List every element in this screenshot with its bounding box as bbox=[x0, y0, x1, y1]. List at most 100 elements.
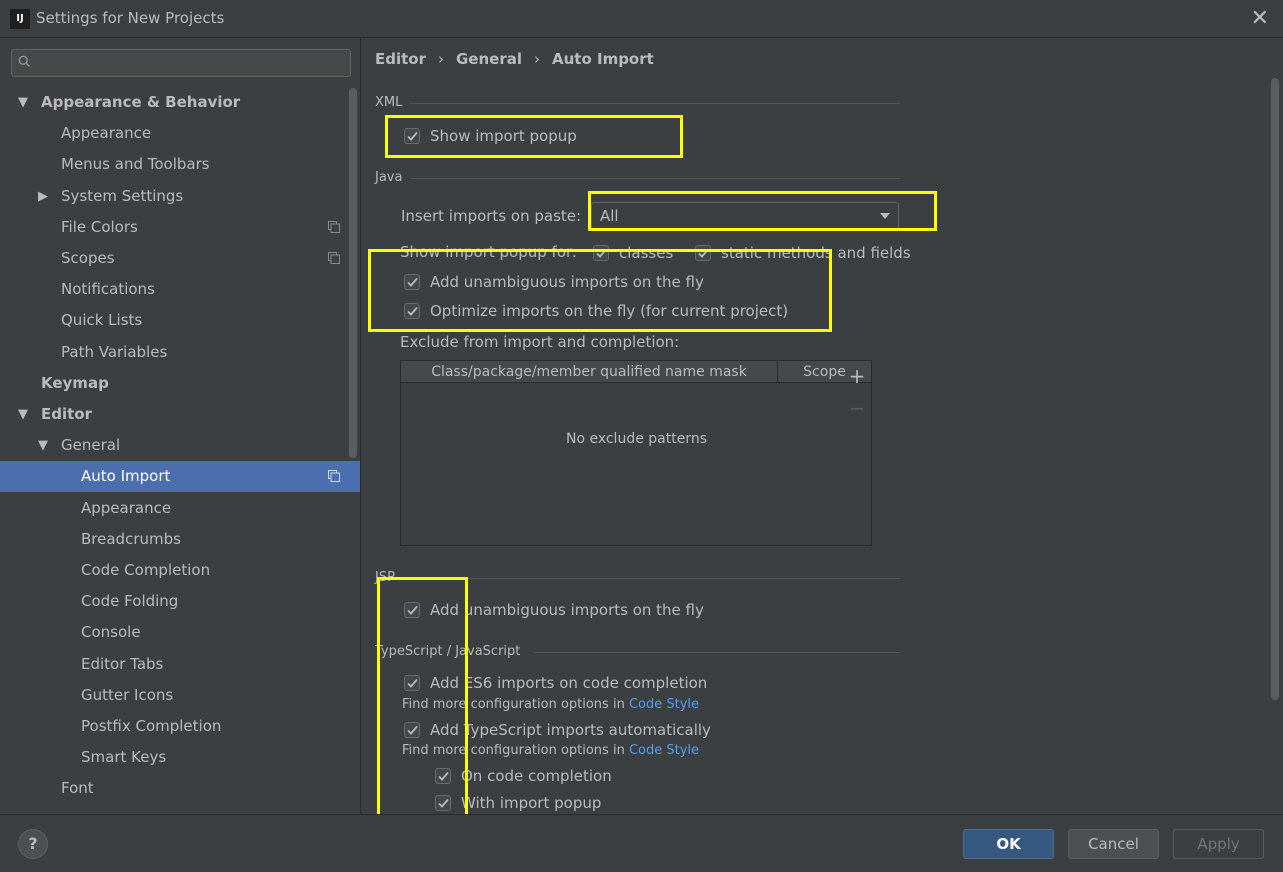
table-empty-text: No exclude patterns bbox=[565, 431, 708, 447]
table-header: Class/package/member qualified name mask… bbox=[401, 361, 872, 383]
sidebar-item-smart-keys[interactable]: Smart Keys bbox=[0, 742, 360, 773]
sidebar-item-breadcrumbs[interactable]: Breadcrumbs bbox=[0, 524, 360, 555]
sidebar-item-general[interactable]: ▼ General bbox=[0, 430, 360, 461]
exclude-patterns-table[interactable]: Class/package/member qualified name mask… bbox=[400, 360, 872, 546]
sidebar-item-label: System Settings bbox=[61, 187, 184, 205]
sidebar-item-file-colors[interactable]: File Colors bbox=[0, 212, 360, 243]
sidebar-item-label: Console bbox=[81, 623, 141, 641]
expand-down-icon[interactable]: ▼ bbox=[18, 399, 28, 430]
hint-text: Find more configuration options in bbox=[402, 743, 625, 758]
sidebar-item-gutter-icons[interactable]: Gutter Icons bbox=[0, 680, 360, 711]
dropdown-value: All bbox=[600, 207, 619, 225]
sidebar-item-postfix-completion[interactable]: Postfix Completion bbox=[0, 711, 360, 742]
settings-content: Editor › General › Auto Import XML Show impo… bbox=[362, 38, 1283, 814]
sidebar-item-label: Code Completion bbox=[81, 561, 211, 579]
chevron-down-icon bbox=[880, 213, 890, 219]
dialog-footer: ? OK Cancel Apply bbox=[0, 814, 1283, 872]
checkbox-label: Optimize imports on the fly (for current… bbox=[430, 302, 789, 320]
sidebar-item-system-settings[interactable]: ▶ System Settings bbox=[0, 181, 360, 212]
sidebar-item-label: Font bbox=[61, 779, 94, 797]
checkbox-checked-icon bbox=[695, 245, 711, 261]
sidebar-item-appearance[interactable]: Appearance bbox=[0, 118, 360, 149]
section-title-xml: XML bbox=[375, 95, 403, 110]
column-header-name-mask[interactable]: Class/package/member qualified name mask bbox=[401, 361, 777, 383]
sidebar-item-label: Editor Tabs bbox=[81, 655, 164, 673]
sidebar-item-code-folding[interactable]: Code Folding bbox=[0, 586, 360, 617]
add-icon[interactable]: + bbox=[847, 366, 867, 386]
code-style-link[interactable]: Code Style bbox=[629, 697, 699, 712]
sidebar-item-path-variables[interactable]: Path Variables bbox=[0, 337, 360, 368]
sidebar-item-label: Keymap bbox=[41, 374, 109, 392]
sidebar-item-label: Path Variables bbox=[61, 343, 168, 361]
section-title-java: Java bbox=[375, 170, 403, 185]
code-style-link[interactable]: Code Style bbox=[629, 743, 699, 758]
sidebar-item-scopes[interactable]: Scopes bbox=[0, 243, 360, 274]
breadcrumb-separator: › bbox=[534, 50, 540, 68]
checkbox-label: Add unambiguous imports on the fly bbox=[430, 273, 704, 291]
sidebar-item-auto-import[interactable]: Auto Import bbox=[0, 461, 360, 492]
checkbox-checked-icon bbox=[435, 768, 451, 784]
remove-icon: − bbox=[848, 396, 866, 420]
table-toolbar-divider bbox=[871, 361, 872, 545]
breadcrumb-item-editor[interactable]: Editor bbox=[375, 50, 426, 68]
search-icon bbox=[18, 55, 30, 67]
sidebar-item-quick-lists[interactable]: Quick Lists bbox=[0, 305, 360, 336]
sidebar-item-label: Appearance bbox=[61, 124, 152, 142]
sidebar-item-label: Code Folding bbox=[81, 592, 179, 610]
sidebar-item-label: Auto Import bbox=[81, 467, 171, 485]
insert-imports-dropdown[interactable]: All bbox=[591, 202, 899, 231]
sidebar-item-editor-tabs[interactable]: Editor Tabs bbox=[0, 649, 360, 680]
sidebar-item-editor[interactable]: ▼ Editor bbox=[0, 399, 360, 430]
sidebar-item-appearance-behavior[interactable]: ▼ Appearance & Behavior bbox=[0, 87, 360, 118]
intellij-app-icon: IJ bbox=[8, 7, 32, 31]
sidebar-item-label: General bbox=[61, 436, 121, 454]
sidebar-scrollbar[interactable] bbox=[349, 88, 357, 458]
checkbox-checked-icon bbox=[593, 245, 609, 261]
sidebar-item-console[interactable]: Console bbox=[0, 617, 360, 648]
cancel-button[interactable]: Cancel bbox=[1068, 829, 1159, 859]
checkbox-checked-icon bbox=[404, 602, 420, 618]
code-style-hint-1: Find more configuration options in Code … bbox=[402, 697, 699, 712]
close-icon[interactable]: ✕ bbox=[1251, 6, 1269, 31]
window-title: Settings for New Projects bbox=[36, 9, 225, 27]
sidebar-item-label: Editor bbox=[41, 405, 92, 423]
checkbox-checked-icon bbox=[404, 722, 420, 738]
exclude-label: Exclude from import and completion: bbox=[400, 333, 680, 351]
section-title-jsp: JSP bbox=[375, 570, 395, 585]
checkbox-label: On code completion bbox=[461, 767, 612, 785]
apply-button[interactable]: Apply bbox=[1173, 829, 1264, 859]
section-divider bbox=[534, 652, 900, 653]
settings-sidebar: ▼ Appearance & Behavior Appearance Menus an… bbox=[0, 38, 361, 814]
checkbox-label: Add ES6 imports on code completion bbox=[430, 674, 708, 692]
expand-down-icon[interactable]: ▼ bbox=[38, 430, 48, 461]
sidebar-item-menus-and-toolbars[interactable]: Menus and Toolbars bbox=[0, 149, 360, 180]
sidebar-item-font[interactable]: Font bbox=[0, 773, 360, 804]
sidebar-item-label: Appearance bbox=[81, 499, 172, 517]
breadcrumb-item-general[interactable]: General bbox=[456, 50, 522, 68]
sidebar-item-label: Gutter Icons bbox=[81, 686, 174, 704]
sidebar-item-notifications[interactable]: Notifications bbox=[0, 274, 360, 305]
sidebar-item-label: Quick Lists bbox=[61, 311, 143, 329]
breadcrumb-separator: › bbox=[438, 50, 444, 68]
checkbox-checked-icon bbox=[404, 274, 420, 290]
breadcrumb-item-auto-import: Auto Import bbox=[552, 50, 654, 68]
code-style-hint-2: Find more configuration options in Code … bbox=[402, 743, 699, 758]
sidebar-item-label: File Colors bbox=[61, 218, 138, 236]
checkbox-label: Add TypeScript imports automatically bbox=[430, 721, 711, 739]
sidebar-item-label: Postfix Completion bbox=[81, 717, 222, 735]
checkbox-checked-icon bbox=[404, 128, 420, 144]
ok-button[interactable]: OK bbox=[963, 829, 1054, 859]
expand-down-icon[interactable]: ▼ bbox=[18, 87, 28, 118]
checkbox-label: static methods and fields bbox=[721, 244, 911, 262]
hint-text: Find more configuration options in bbox=[402, 697, 625, 712]
content-scrollbar[interactable] bbox=[1271, 78, 1279, 700]
expand-right-icon[interactable]: ▶ bbox=[38, 181, 48, 212]
sidebar-item-label: Breadcrumbs bbox=[81, 530, 181, 548]
sidebar-item-code-completion[interactable]: Code Completion bbox=[0, 555, 360, 586]
sidebar-item-keymap[interactable]: Keymap bbox=[0, 368, 360, 399]
settings-search-input[interactable] bbox=[11, 49, 351, 77]
sidebar-item-appearance[interactable]: Appearance bbox=[0, 493, 360, 524]
checkbox-label: Show import popup bbox=[430, 127, 577, 145]
insert-imports-label: Insert imports on paste: bbox=[401, 207, 582, 225]
help-button[interactable]: ? bbox=[18, 829, 48, 859]
